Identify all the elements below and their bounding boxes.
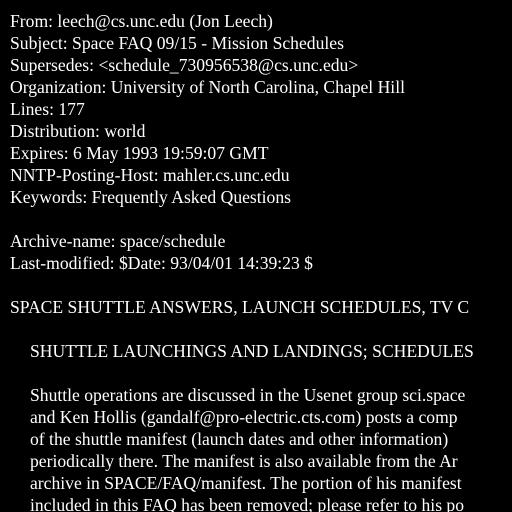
archive-last-modified: Last-modified: $Date: 93/04/01 14:39:23 … — [10, 253, 313, 273]
section-heading: SHUTTLE LAUNCHINGS AND LANDINGS; SCHEDUL… — [30, 341, 474, 361]
header-organization: Organization: University of North Caroli… — [10, 77, 405, 97]
header-keywords: Keywords: Frequently Asked Questions — [10, 187, 291, 207]
header-subject: Subject: Space FAQ 09/15 - Mission Sched… — [10, 33, 344, 53]
paragraph-line: of the shuttle manifest (launch dates an… — [30, 429, 449, 449]
header-distribution: Distribution: world — [10, 121, 146, 141]
header-expires: Expires: 6 May 1993 19:59:07 GMT — [10, 143, 269, 163]
paragraph-line: and Ken Hollis (gandalf@pro-electric.cts… — [30, 407, 458, 427]
paragraph-line: Shuttle operations are discussed in the … — [30, 385, 466, 405]
document-title: SPACE SHUTTLE ANSWERS, LAUNCH SCHEDULES,… — [10, 297, 470, 317]
paragraph-line: archive in SPACE/FAQ/manifest. The porti… — [30, 473, 462, 493]
header-nntp-posting-host: NNTP-Posting-Host: mahler.cs.unc.edu — [10, 165, 290, 185]
header-from: From: leech@cs.unc.edu (Jon Leech) — [10, 11, 273, 31]
archive-name: Archive-name: space/schedule — [10, 231, 226, 251]
header-lines: Lines: 177 — [10, 99, 85, 119]
usenet-message-view: From: leech@cs.unc.edu (Jon Leech) Subje… — [0, 0, 512, 512]
paragraph-line: included in this FAQ has been removed; p… — [30, 495, 465, 512]
paragraph-line: periodically there. The manifest is also… — [30, 451, 458, 471]
header-supersedes: Supersedes: <schedule_730956538@cs.unc.e… — [10, 55, 359, 75]
